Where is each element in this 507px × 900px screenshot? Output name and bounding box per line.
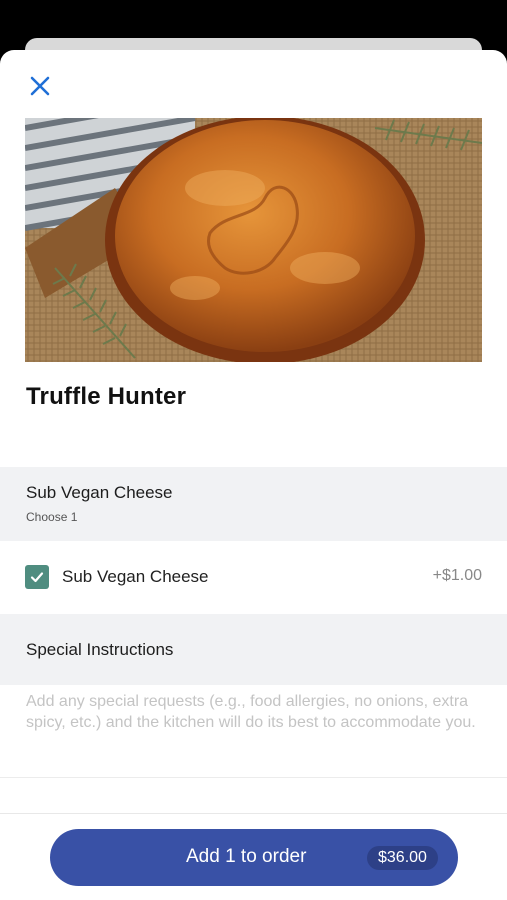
option-label: Sub Vegan Cheese xyxy=(62,567,209,586)
add-to-order-label: Add 1 to order xyxy=(186,846,307,867)
option-price: +$1.00 xyxy=(432,567,482,584)
modifier-group-header: Sub Vegan Cheese Choose 1 xyxy=(0,467,507,541)
modifier-option-sub-vegan-cheese[interactable]: Sub Vegan Cheese +$1.00 xyxy=(0,541,507,614)
option-checkbox[interactable] xyxy=(25,565,49,589)
special-instructions-title: Special Instructions xyxy=(26,640,174,659)
order-footer: Add 1 to order $36.00 xyxy=(0,813,507,900)
special-instructions-input[interactable] xyxy=(0,685,507,777)
special-instructions-header: Special Instructions xyxy=(0,614,507,685)
checkmark-icon xyxy=(30,572,44,583)
add-to-order-button[interactable]: Add 1 to order $36.00 xyxy=(50,829,458,886)
divider xyxy=(0,777,507,778)
close-button[interactable] xyxy=(24,70,56,102)
item-detail-sheet: Truffle Hunter Sub Vegan Cheese Choose 1… xyxy=(0,50,507,900)
close-icon xyxy=(30,76,50,96)
modifier-group-subtitle: Choose 1 xyxy=(26,510,78,524)
item-title: Truffle Hunter xyxy=(26,383,187,410)
order-price-badge: $36.00 xyxy=(367,846,438,870)
modifier-group-title: Sub Vegan Cheese xyxy=(26,483,173,502)
item-image xyxy=(25,118,482,362)
